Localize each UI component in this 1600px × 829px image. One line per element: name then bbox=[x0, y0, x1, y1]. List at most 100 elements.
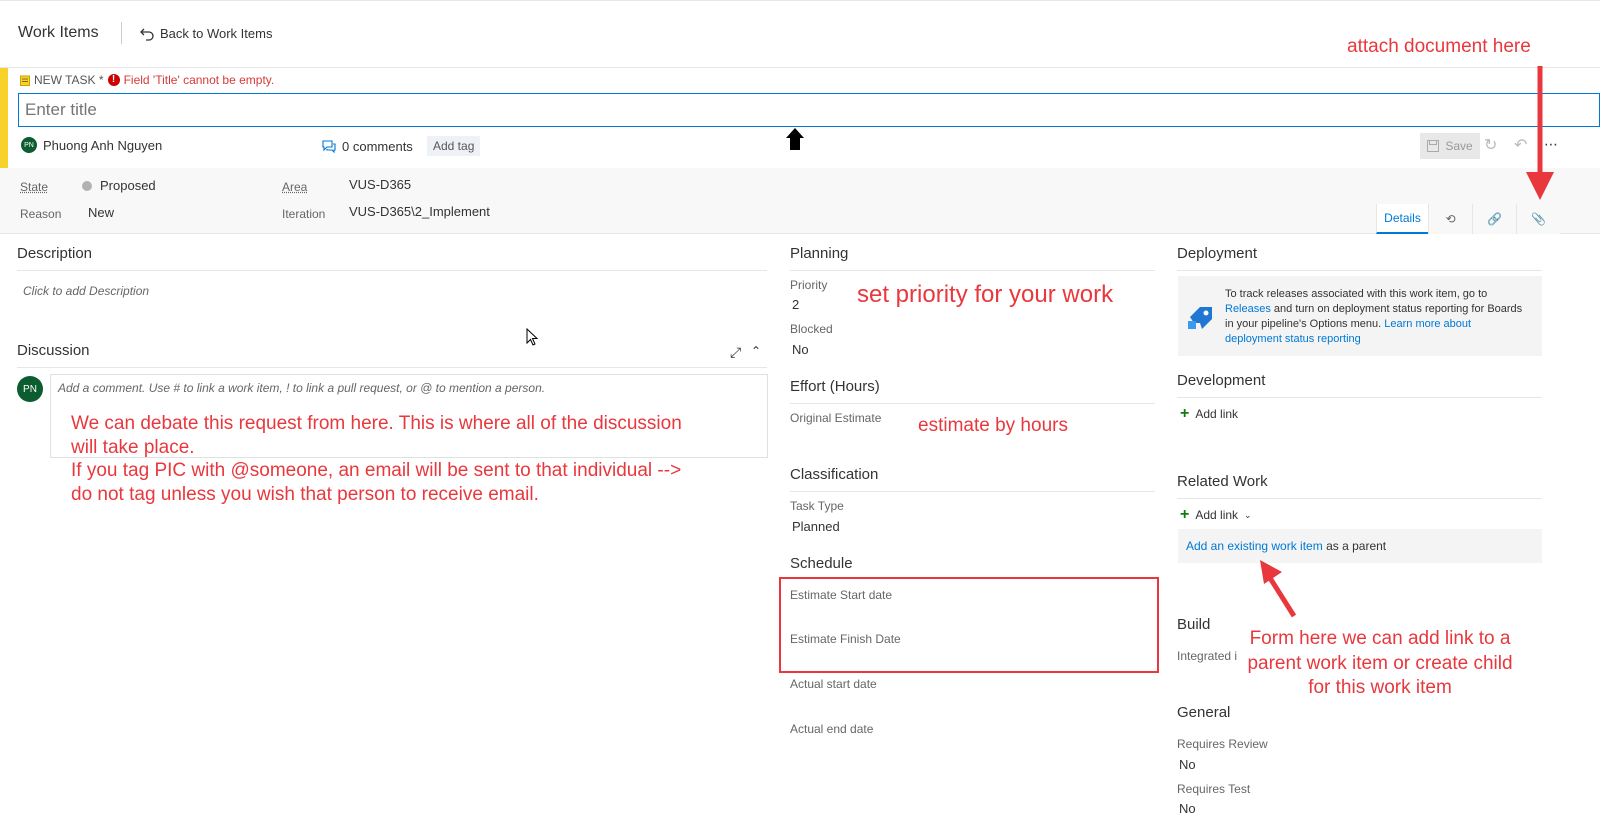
integrated-in-label: Integrated i bbox=[1177, 649, 1237, 663]
assigned-to-picker[interactable]: PN Phuong Anh Nguyen bbox=[21, 137, 162, 153]
annotation-discussion: We can debate this request from here. Th… bbox=[71, 412, 682, 506]
annotation-attach: attach document here bbox=[1347, 36, 1531, 57]
refresh-icon[interactable]: ↻ bbox=[1484, 135, 1497, 155]
annotation-arrow-down bbox=[1526, 66, 1554, 200]
annotation-line: If you tag PIC with @someone, an email w… bbox=[71, 460, 682, 481]
effort-heading: Effort (Hours) bbox=[790, 378, 880, 395]
annotation-line: will take place. bbox=[71, 436, 195, 458]
error-icon: ! bbox=[107, 74, 120, 86]
link-icon: 🔗 bbox=[1487, 212, 1502, 226]
tab-links[interactable]: 🔗 bbox=[1472, 204, 1516, 234]
priority-field[interactable]: 2 bbox=[792, 297, 799, 312]
requires-review-field[interactable]: No bbox=[1179, 757, 1196, 772]
comments-link[interactable]: 0 comments bbox=[322, 139, 413, 154]
divider bbox=[17, 367, 767, 368]
back-to-work-items-link[interactable]: Back to Work Items bbox=[140, 26, 272, 41]
requires-test-field[interactable]: No bbox=[1179, 801, 1196, 816]
classification-heading: Classification bbox=[790, 466, 879, 483]
deployment-status-link[interactable]: deployment status reporting bbox=[1225, 332, 1537, 347]
add-link-label: Add link bbox=[1195, 407, 1239, 421]
description-editor[interactable]: Click to add Description bbox=[23, 284, 149, 298]
avatar: PN bbox=[21, 137, 37, 153]
comment-icon bbox=[322, 140, 336, 153]
task-type-label: Task Type bbox=[790, 499, 844, 513]
parent-suffix: as a parent bbox=[1326, 539, 1387, 553]
work-item-type: NEW TASK * ! Field 'Title' cannot be emp… bbox=[20, 73, 274, 87]
annotation-highlight-box bbox=[779, 577, 1159, 673]
state-dropdown[interactable]: Proposed bbox=[82, 178, 156, 193]
chevron-down-icon: ⌄ bbox=[1244, 509, 1252, 520]
iteration-label: Iteration bbox=[282, 207, 326, 221]
schedule-heading: Schedule bbox=[790, 555, 853, 572]
learn-more-link[interactable]: Learn more about bbox=[1384, 318, 1471, 330]
deployment-text-line: in your pipeline's Options menu. Learn m… bbox=[1225, 317, 1537, 332]
build-heading: Build bbox=[1177, 616, 1211, 633]
related-work-heading: Related Work bbox=[1177, 473, 1268, 490]
assignee-name: Phuong Anh Nguyen bbox=[43, 137, 163, 153]
divider bbox=[790, 491, 1155, 492]
deployment-text-fragment: in your pipeline's Options menu. bbox=[1225, 318, 1382, 330]
divider bbox=[121, 22, 122, 44]
area-dropdown[interactable]: VUS-D365 bbox=[349, 177, 411, 192]
collapse-chevron-icon[interactable]: ⌃ bbox=[751, 344, 761, 358]
comments-count: 0 comments bbox=[342, 139, 413, 154]
tab-history[interactable]: ⟲ bbox=[1428, 204, 1472, 234]
general-heading: General bbox=[1177, 704, 1231, 721]
back-arrow-icon bbox=[140, 28, 154, 41]
deployment-text-line: Releases and turn on deployment status r… bbox=[1225, 302, 1537, 317]
state-label: State bbox=[20, 180, 49, 194]
annotation-line: for this work item bbox=[1308, 677, 1452, 698]
deployment-text-line: To track releases associated with this w… bbox=[1225, 288, 1488, 300]
save-label: Save bbox=[1445, 139, 1473, 153]
pipelines-icon bbox=[1188, 307, 1212, 329]
new-task-label: NEW TASK * bbox=[34, 73, 104, 87]
state-indicator bbox=[82, 181, 92, 191]
divider bbox=[1177, 270, 1542, 271]
priority-label: Priority bbox=[790, 278, 828, 292]
annotation-estimate: estimate by hours bbox=[918, 415, 1068, 436]
mouse-cursor-icon bbox=[526, 328, 538, 346]
iteration-dropdown[interactable]: VUS-D365\2_Implement bbox=[349, 204, 490, 219]
add-tag-button[interactable]: Add tag bbox=[427, 136, 481, 156]
tab-details[interactable]: Details bbox=[1376, 204, 1428, 234]
original-estimate-label: Original Estimate bbox=[790, 411, 882, 425]
save-button[interactable]: Save bbox=[1420, 133, 1480, 159]
title-error-message: Field 'Title' cannot be empty. bbox=[123, 73, 275, 87]
history-icon: ⟲ bbox=[1445, 212, 1456, 226]
reason-dropdown[interactable]: New bbox=[88, 205, 114, 220]
discussion-heading: Discussion bbox=[17, 342, 90, 359]
avatar: PN bbox=[17, 376, 43, 402]
development-add-link-button[interactable]: + Add link bbox=[1180, 405, 1238, 423]
requires-test-label: Requires Test bbox=[1177, 782, 1251, 796]
cursor-arrow-icon bbox=[786, 128, 804, 150]
tab-attachments[interactable]: 📎 bbox=[1516, 204, 1560, 234]
back-label: Back to Work Items bbox=[160, 26, 273, 41]
work-item-fields bbox=[0, 168, 1600, 234]
annotation-line: do not tag unless you wish that person t… bbox=[71, 483, 539, 505]
plus-icon: + bbox=[1180, 405, 1190, 422]
releases-link[interactable]: Releases bbox=[1225, 303, 1271, 315]
deployment-text-fragment: and turn on deployment status reporting … bbox=[1273, 303, 1523, 315]
annotation-priority: set priority for your work bbox=[857, 281, 1114, 308]
task-type-field[interactable]: Planned bbox=[792, 519, 840, 534]
paperclip-icon: 📎 bbox=[1531, 212, 1546, 226]
related-add-link-button[interactable]: + Add link ⌄ bbox=[1180, 506, 1252, 524]
annotation-form: Form here we can add link to a parent wo… bbox=[1236, 627, 1524, 701]
annotation-arrow-up bbox=[1260, 560, 1297, 618]
planning-heading: Planning bbox=[790, 245, 849, 262]
page-title: Work Items bbox=[18, 24, 99, 41]
divider bbox=[790, 270, 1155, 271]
annotation-line: We can debate this request from here. Th… bbox=[71, 413, 682, 434]
requires-review-label: Requires Review bbox=[1177, 737, 1268, 751]
blocked-field[interactable]: No bbox=[792, 342, 809, 357]
annotation-line: Form here we can add link to a bbox=[1249, 628, 1511, 649]
add-existing-work-item-link[interactable]: Add an existing work item bbox=[1186, 539, 1323, 553]
comment-placeholder: Add a comment. Use # to link a work item… bbox=[58, 381, 546, 395]
save-icon bbox=[1427, 140, 1440, 152]
expand-icon[interactable]: ⤢ bbox=[730, 344, 741, 361]
blocked-label: Blocked bbox=[790, 322, 833, 336]
development-heading: Development bbox=[1177, 372, 1266, 389]
title-input[interactable] bbox=[18, 93, 1600, 127]
deployment-heading: Deployment bbox=[1177, 245, 1258, 262]
divider bbox=[1177, 498, 1542, 499]
